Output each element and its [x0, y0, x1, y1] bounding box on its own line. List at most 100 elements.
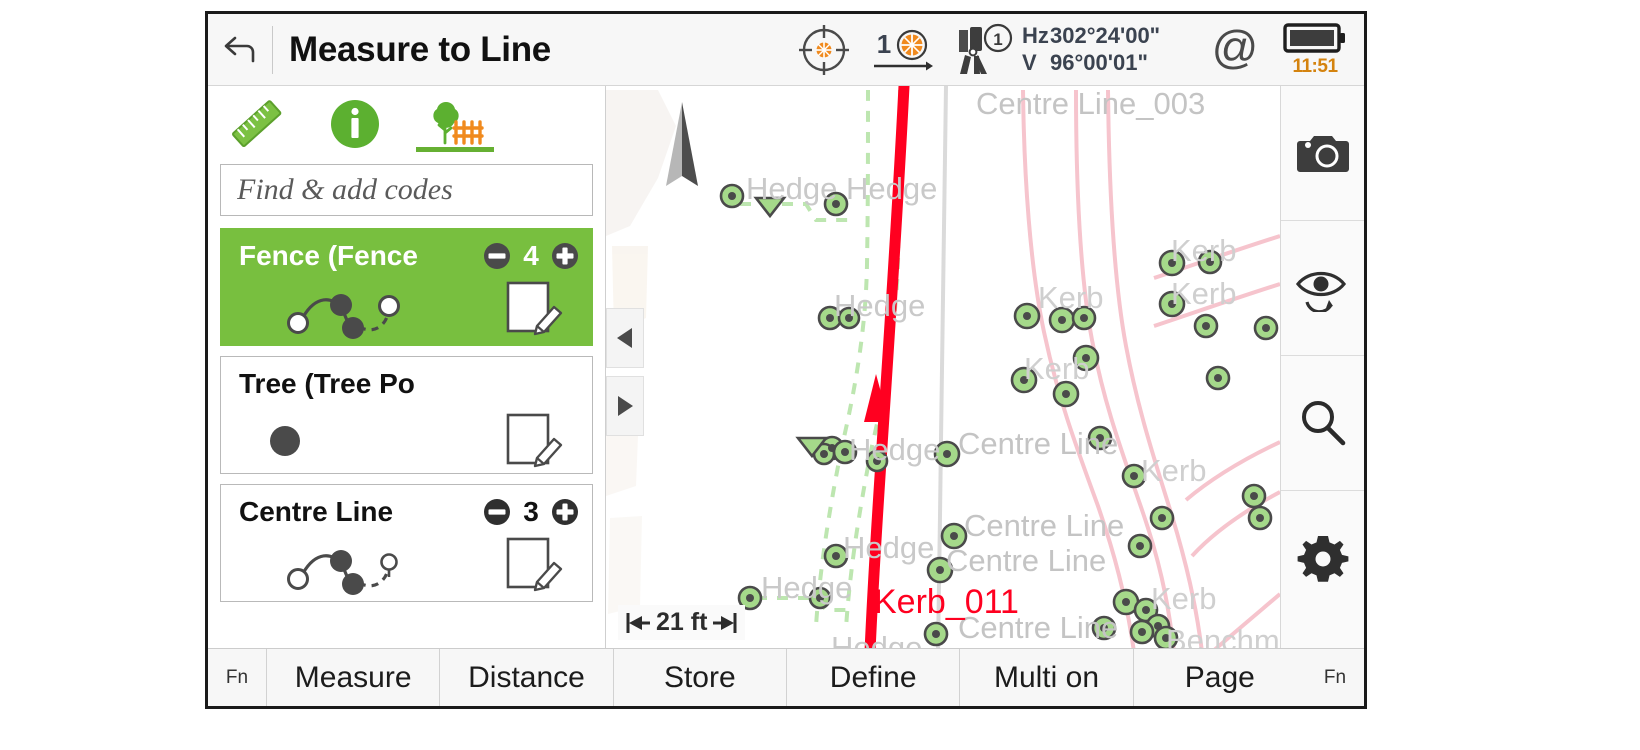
code-note-button[interactable] [504, 411, 566, 473]
map-tool-bar [1280, 86, 1364, 648]
connection-status[interactable]: @ [1198, 14, 1272, 86]
map-feature-label: Hedge [843, 530, 934, 565]
softkey-measure[interactable]: Measure [266, 649, 439, 706]
code-card-fence[interactable]: Fence (Fence 4 [220, 228, 593, 346]
info-circle-icon [331, 100, 379, 148]
point-icon [270, 426, 300, 456]
target-lock-icon [897, 29, 928, 60]
map-canvas[interactable]: Centre Line_003 Hedge Hedge Kerb Kerb Kerb Hed… [606, 86, 1280, 648]
code-count: 3 [523, 496, 539, 527]
map-feature-label: Centre Line [964, 508, 1124, 543]
map-feature-label: Centre Line_003 [976, 86, 1205, 121]
code-name: Centre Line [239, 496, 394, 527]
settings-button[interactable] [1281, 491, 1365, 626]
measure-tool-tab[interactable] [224, 90, 290, 158]
code-list: Fence (Fence 4 Tree (Tree Po Centre Line… [220, 228, 593, 602]
tree-symbol-icons [753, 196, 829, 459]
battery-status[interactable]: 11:51 [1272, 14, 1358, 86]
hz-label: Hz [1022, 22, 1049, 48]
minus-circle-icon[interactable] [482, 497, 512, 527]
at-sign-icon: @ [1212, 24, 1259, 73]
plus-circle-icon[interactable] [550, 497, 580, 527]
softkey-multi-on[interactable]: Multi on [959, 649, 1132, 706]
back-button[interactable] [208, 14, 272, 86]
code-card-header: Tree (Tree Po [221, 357, 592, 407]
code-geometry-glyph [255, 419, 315, 468]
scale-end-right-icon [713, 612, 737, 633]
map-feature-label: Hedge [761, 570, 852, 605]
prism-status[interactable] [788, 14, 860, 86]
measure-direction-arrow-icon [874, 61, 933, 70]
softkey-define[interactable]: Define [785, 649, 959, 706]
scale-end-left-icon [626, 612, 650, 633]
map-feature-label: Kerb [1171, 233, 1236, 268]
map-pan-right-button[interactable] [606, 376, 644, 436]
code-note-button[interactable] [504, 535, 566, 598]
line-string-icon [287, 294, 400, 339]
map-pan-left-button[interactable] [606, 308, 644, 368]
map-feature-label: Centre Line [946, 543, 1106, 578]
panel-tab-strip [208, 86, 605, 162]
fn-right-button[interactable]: Fn [1306, 649, 1364, 706]
north-arrow-icon [666, 102, 698, 186]
code-note-button[interactable] [504, 279, 566, 342]
eye-refresh-icon [1295, 271, 1346, 312]
code-count-stepper: 4 [482, 240, 580, 272]
map-scale-label: 21 ft [656, 608, 708, 636]
map-scale-bar: 21 ft [618, 605, 746, 640]
screenshot-root: Measure to Line 1 1 Hz 302°24'00" V 96°0… [0, 0, 1640, 750]
softkey-distance[interactable]: Distance [439, 649, 612, 706]
zoom-button[interactable] [1280, 356, 1364, 491]
map-view[interactable]: Centre Line_003 Hedge Hedge Kerb Kerb Kerb Hed… [606, 86, 1280, 648]
map-feature-label: Kerb [1141, 453, 1206, 488]
map-label-group: Centre Line_003 Hedge Hedge Kerb Kerb Kerb Hed… [746, 86, 1280, 648]
back-arrow-icon [224, 36, 255, 62]
camera-button[interactable] [1280, 86, 1364, 221]
fn-left-button[interactable]: Fn [208, 649, 266, 706]
battery-full-icon [1283, 23, 1345, 53]
map-feature-label: Hedge [746, 171, 837, 206]
code-name: Tree (Tree Po [239, 368, 415, 399]
camera-icon [1296, 136, 1349, 172]
tree-fence-icon [433, 101, 484, 145]
minus-circle-icon[interactable] [482, 241, 512, 271]
map-feature-label: Benchmark [1166, 623, 1280, 648]
softkey-store[interactable]: Store [612, 649, 786, 706]
instrument-status[interactable]: 1 [946, 14, 1022, 86]
target-status[interactable]: 1 [860, 14, 946, 86]
code-card-tree[interactable]: Tree (Tree Po [220, 356, 593, 474]
map-feature-label: Centre Line [958, 426, 1118, 461]
hz-value: 302°24'00" [1050, 22, 1161, 48]
v-angle-row: V 96°00'01" [1022, 50, 1148, 77]
map-feature-label: Hedge [834, 288, 925, 323]
prism-target-icon [799, 24, 849, 75]
code-card-centre-line[interactable]: Centre Line 3 [220, 484, 593, 602]
plus-circle-icon[interactable] [550, 241, 580, 271]
codes-tab[interactable] [416, 90, 494, 158]
status-bar: 1 1 Hz 302°24'00" V 96°00'01" @ 11:51 [788, 14, 1364, 86]
map-feature-label: Hedge [831, 630, 922, 648]
triangle-left-icon [617, 328, 632, 348]
edit-note-icon [506, 281, 563, 336]
line-string-icon [287, 550, 398, 595]
map-feature-label: Kerb [1038, 280, 1103, 315]
code-card-header: Fence (Fence 4 [221, 229, 592, 279]
device-screen: Measure to Line 1 1 Hz 302°24'00" V 96°0… [205, 11, 1367, 709]
v-label: V [1022, 49, 1037, 75]
magnifier-icon [1301, 401, 1345, 446]
clock-time: 11:51 [1292, 56, 1338, 77]
code-name: Fence (Fence [239, 240, 418, 271]
soft-key-bar: Fn Measure Distance Store Define Multi o… [208, 648, 1364, 706]
code-geometry-glyph [283, 281, 433, 345]
visibility-button[interactable] [1280, 221, 1364, 356]
target-number: 1 [876, 29, 892, 59]
search-input[interactable] [237, 173, 598, 207]
softkey-page[interactable]: Page [1132, 649, 1306, 706]
info-tab[interactable] [324, 90, 386, 158]
title-bar: Measure to Line 1 1 Hz 302°24'00" V 96°0… [208, 14, 1364, 86]
hz-angle-row: Hz 302°24'00" [1022, 23, 1160, 50]
search-bar[interactable] [220, 164, 598, 216]
code-panel: Fence (Fence 4 [208, 86, 606, 648]
ruler-icon [232, 100, 282, 148]
map-feature-label: Kerb [1151, 581, 1216, 616]
